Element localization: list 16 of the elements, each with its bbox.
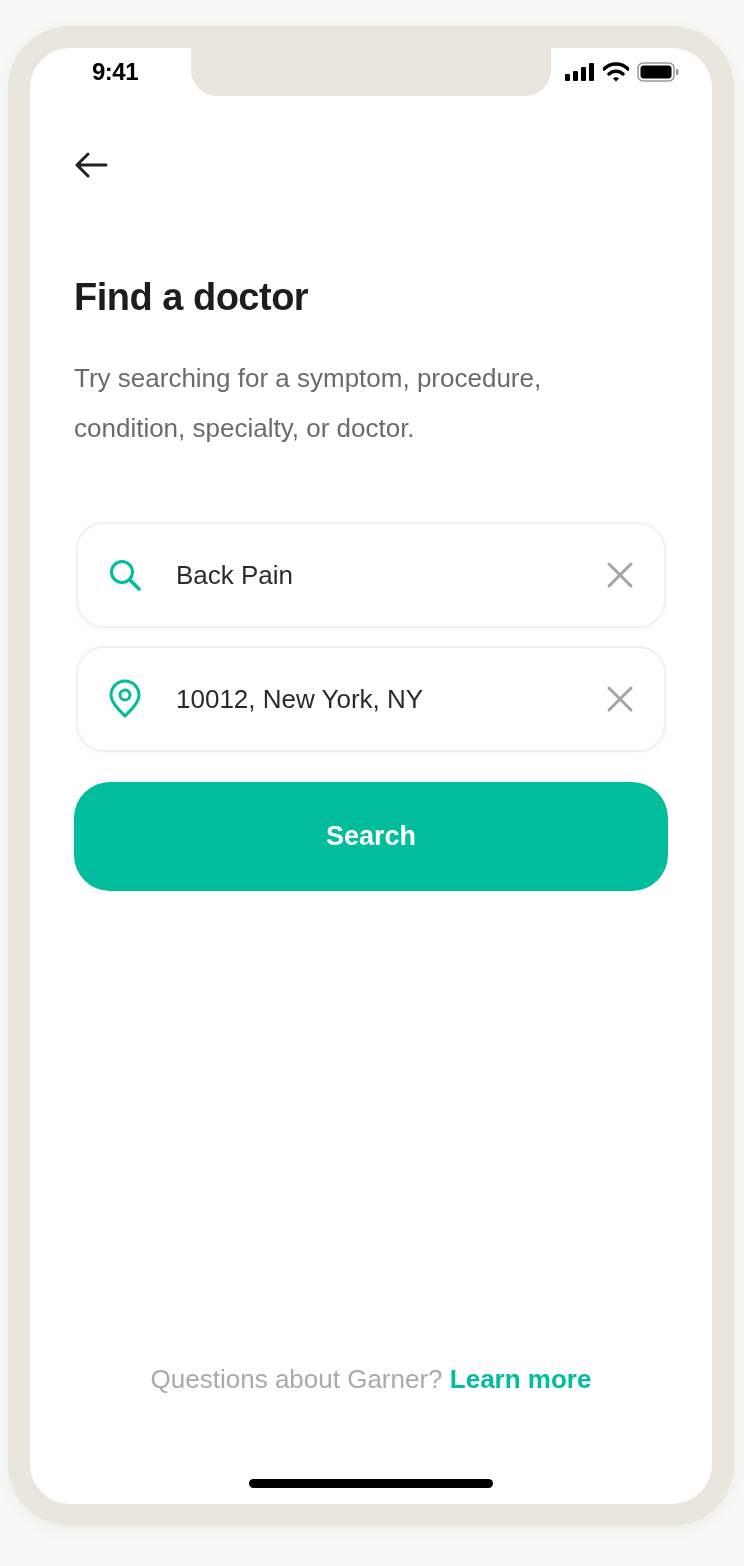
search-field[interactable]: Back Pain	[76, 522, 666, 628]
field-value: 10012, New York, NY	[176, 683, 425, 715]
field-value: Back Pain	[176, 559, 295, 591]
clear-button[interactable]	[606, 561, 634, 589]
signal-icon	[565, 63, 595, 81]
location-field[interactable]: 10012, New York, NY	[76, 646, 666, 752]
battery-icon	[637, 62, 679, 82]
location-pin-icon	[108, 679, 142, 719]
page-title: Find a doctor	[74, 276, 310, 319]
status-time: 9:41	[92, 58, 139, 86]
footer-text: Questions about Garner?	[150, 1364, 443, 1394]
search-icon	[108, 558, 142, 592]
page-subtitle: Try searching for a symptom, procedure, condition, specialty, or doctor.	[74, 362, 543, 445]
back-button[interactable]	[74, 150, 108, 180]
wifi-icon	[603, 62, 629, 82]
clear-button[interactable]	[606, 685, 634, 713]
